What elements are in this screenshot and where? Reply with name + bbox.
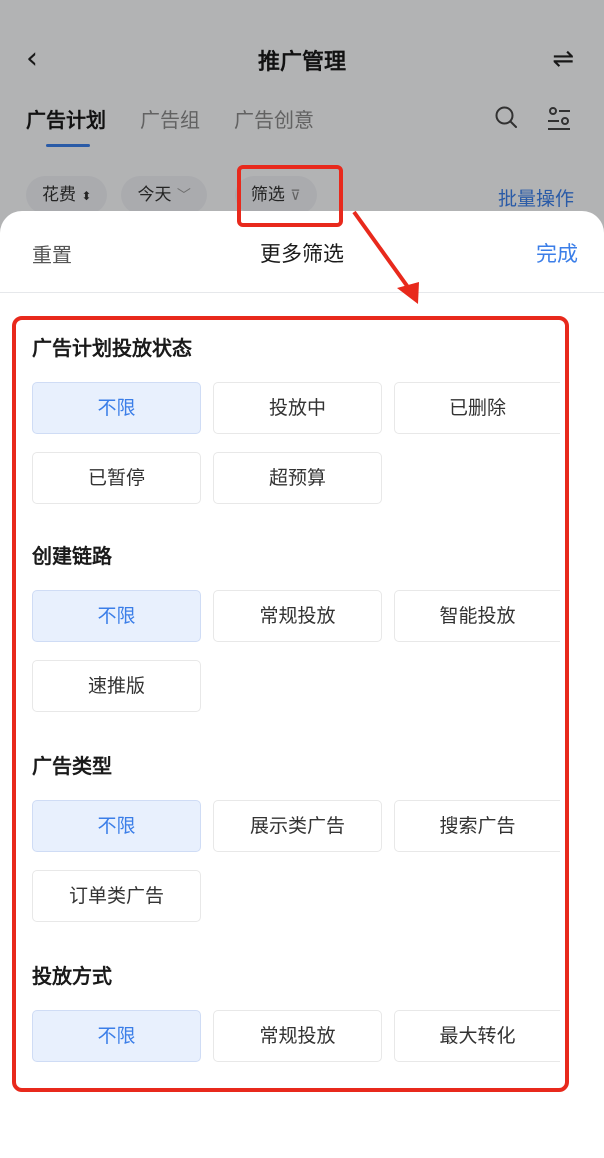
annotation-options-highlight <box>12 316 569 1092</box>
done-button[interactable]: 完成 <box>536 238 578 268</box>
annotation-filter-highlight <box>237 165 343 227</box>
header-divider <box>0 292 604 293</box>
sheet-title: 更多筛选 <box>260 242 344 266</box>
